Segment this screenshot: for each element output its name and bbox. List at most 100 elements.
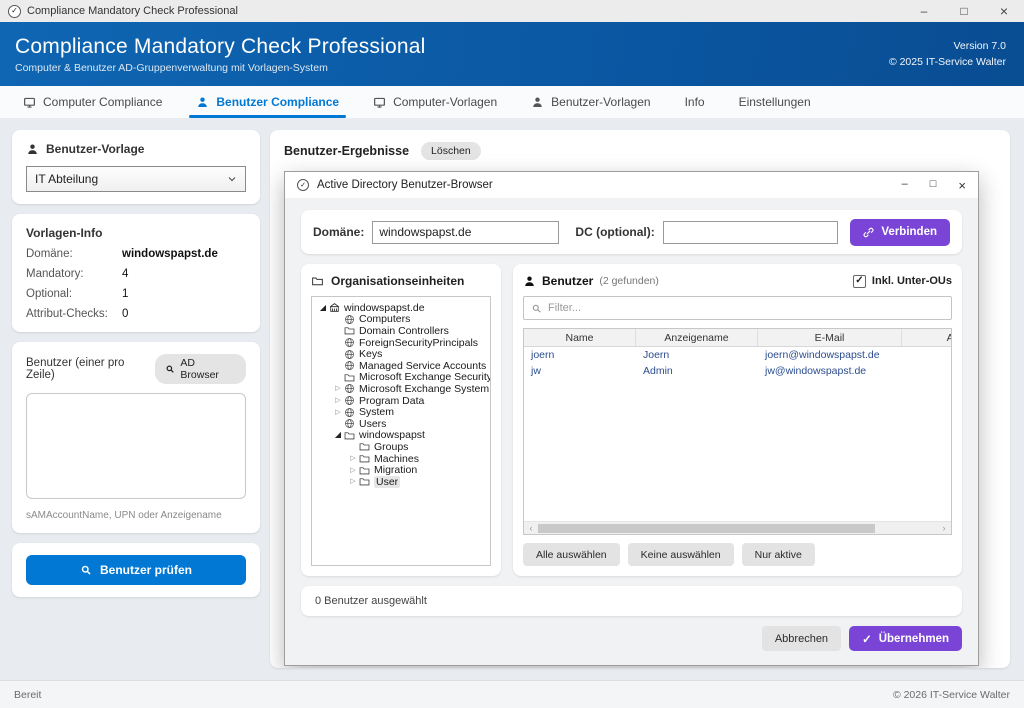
include-sub-ous-toggle[interactable]: ✓ Inkl. Unter-OUs	[853, 275, 952, 288]
container-icon	[344, 360, 355, 371]
tree-item-ms-exchange-security-groups[interactable]: Microsoft Exchange Security Groups	[314, 372, 488, 384]
users-textarea[interactable]	[26, 393, 246, 499]
user-icon	[26, 143, 39, 156]
tab-info[interactable]: Info	[668, 86, 722, 118]
tree-item-migration[interactable]: ▷ Migration	[314, 464, 488, 476]
clear-results-button[interactable]: Löschen	[421, 142, 481, 160]
window-title: Compliance Mandatory Check Professional	[27, 5, 238, 17]
tree-item-user[interactable]: ▷ User	[314, 476, 488, 488]
tree-item-ms-exchange-system-objects[interactable]: ▷ Microsoft Exchange System Objects	[314, 383, 488, 395]
only-active-button[interactable]: Nur aktive	[742, 543, 815, 566]
folder-icon	[344, 325, 355, 336]
expander-collapsed-icon[interactable]: ▷	[347, 455, 359, 462]
tree-item-users[interactable]: Users	[314, 418, 488, 430]
col-header-email[interactable]: E-Mail	[758, 329, 902, 346]
connection-bar: Domäne: DC (optional): Verbinden	[301, 210, 962, 254]
results-panel: Benutzer-Ergebnisse Löschen ✓ Active Dir…	[270, 130, 1010, 668]
col-header-abteilung[interactable]: Abteilung	[902, 329, 952, 346]
close-icon[interactable]: ×	[984, 0, 1024, 22]
template-card-title: Benutzer-Vorlage	[46, 142, 144, 156]
scrollbar-thumb[interactable]	[538, 524, 875, 533]
ou-panel: Organisationseinheiten ◢ windowspapst.de	[301, 264, 501, 576]
sidebar: Benutzer-Vorlage IT Abteilung Vorlagen-I…	[12, 130, 260, 668]
tab-benutzer-vorlagen[interactable]: Benutzer-Vorlagen	[514, 86, 667, 118]
tab-einstellungen[interactable]: Einstellungen	[722, 86, 828, 118]
table-row-joern[interactable]: joern Joern joern@windowspapst.de	[524, 347, 952, 363]
checkbox-checked-icon[interactable]: ✓	[853, 275, 866, 288]
expander-collapsed-icon[interactable]: ▷	[332, 409, 344, 416]
dialog-close-icon[interactable]: ×	[958, 178, 966, 193]
folder-icon	[311, 275, 324, 287]
ad-browser-button[interactable]: AD Browser	[155, 354, 246, 384]
domain-input[interactable]	[372, 221, 559, 244]
folder-icon	[344, 430, 355, 441]
check-icon: ✓	[862, 632, 872, 646]
container-icon	[344, 314, 355, 325]
page-title: Compliance Mandatory Check Professional	[15, 35, 426, 59]
tree-item-keys[interactable]: Keys	[314, 348, 488, 360]
tree-item-managed-service-accounts[interactable]: Managed Service Accounts	[314, 360, 488, 372]
tree-item-machines[interactable]: ▷ Machines	[314, 453, 488, 465]
maximize-icon[interactable]: □	[944, 0, 984, 22]
users-panel-title: Benutzer	[542, 274, 593, 288]
select-none-button[interactable]: Keine auswählen	[628, 543, 734, 566]
apply-button[interactable]: ✓ Übernehmen	[849, 626, 962, 651]
cancel-button[interactable]: Abbrechen	[762, 626, 841, 651]
dc-label: DC (optional):	[575, 225, 654, 239]
info-row-attribut-checks: Attribut-Checks: 0	[26, 308, 246, 320]
page-subtitle: Computer & Benutzer AD-Gruppenverwaltung…	[15, 62, 426, 74]
expander-collapsed-icon[interactable]: ▷	[332, 385, 344, 392]
user-icon	[196, 96, 209, 109]
tab-bar: Computer Compliance Benutzer Compliance …	[0, 86, 1024, 118]
content-area: Benutzer-Vorlage IT Abteilung Vorlagen-I…	[0, 118, 1024, 680]
users-input-hint: sAMAccountName, UPN oder Anzeigename	[26, 510, 246, 521]
dialog-minimize-icon[interactable]: –	[902, 178, 908, 193]
folder-icon	[344, 372, 355, 383]
ou-tree: ◢ windowspapst.de Computers	[311, 296, 491, 566]
tab-benutzer-compliance[interactable]: Benutzer Compliance	[179, 86, 356, 118]
version-label: Version 7.0	[889, 38, 1006, 54]
tree-item-computers[interactable]: Computers	[314, 314, 488, 326]
tree-item-domain-controllers[interactable]: Domain Controllers	[314, 325, 488, 337]
search-icon	[80, 564, 92, 576]
expander-collapsed-icon[interactable]: ▷	[347, 467, 359, 474]
col-header-name[interactable]: Name	[524, 329, 636, 346]
tree-item-foreignsecurityprincipals[interactable]: ForeignSecurityPrincipals	[314, 337, 488, 349]
container-icon	[344, 383, 355, 394]
info-row-optional: Optional: 1	[26, 288, 246, 300]
table-row-jw[interactable]: jw Admin jw@windowspapst.de	[524, 363, 952, 379]
dc-input[interactable]	[663, 221, 839, 244]
tree-item-program-data[interactable]: ▷ Program Data	[314, 395, 488, 407]
tree-item-groups[interactable]: Groups	[314, 441, 488, 453]
scroll-right-icon[interactable]: ›	[937, 523, 951, 533]
select-all-button[interactable]: Alle auswählen	[523, 543, 620, 566]
container-icon	[344, 337, 355, 348]
dialog-maximize-icon[interactable]: □	[930, 178, 937, 193]
tab-computer-compliance[interactable]: Computer Compliance	[6, 86, 179, 118]
filter-input[interactable]	[548, 302, 944, 314]
connect-button[interactable]: Verbinden	[850, 219, 950, 246]
container-icon	[344, 395, 355, 406]
expander-collapsed-icon[interactable]: ▷	[332, 397, 344, 404]
folder-icon	[359, 465, 370, 476]
computer-icon	[23, 96, 36, 109]
tab-computer-vorlagen[interactable]: Computer-Vorlagen	[356, 86, 514, 118]
selection-status: 0 Benutzer ausgewählt	[301, 586, 962, 616]
ad-browser-dialog: ✓ Active Directory Benutzer-Browser – □ …	[284, 171, 979, 666]
folder-icon	[359, 476, 370, 487]
tree-item-windowspapst[interactable]: ◢ windowspapst	[314, 430, 488, 442]
horizontal-scrollbar[interactable]: ‹ ›	[524, 521, 951, 534]
minimize-icon[interactable]: –	[904, 0, 944, 22]
scroll-left-icon[interactable]: ‹	[524, 523, 538, 533]
expander-collapsed-icon[interactable]: ▷	[347, 478, 359, 485]
tree-item-system[interactable]: ▷ System	[314, 406, 488, 418]
check-users-button[interactable]: Benutzer prüfen	[26, 555, 246, 585]
check-button-card: Benutzer prüfen	[12, 543, 260, 597]
col-header-anzeigename[interactable]: Anzeigename	[636, 329, 758, 346]
expander-expanded-icon[interactable]: ◢	[317, 304, 329, 312]
tree-item-windowspapst-de[interactable]: ◢ windowspapst.de	[314, 302, 488, 314]
users-found-count: (2 gefunden)	[599, 275, 659, 287]
template-select[interactable]: IT Abteilung	[26, 166, 246, 192]
expander-expanded-icon[interactable]: ◢	[332, 431, 344, 439]
ou-panel-title: Organisationseinheiten	[331, 274, 464, 288]
